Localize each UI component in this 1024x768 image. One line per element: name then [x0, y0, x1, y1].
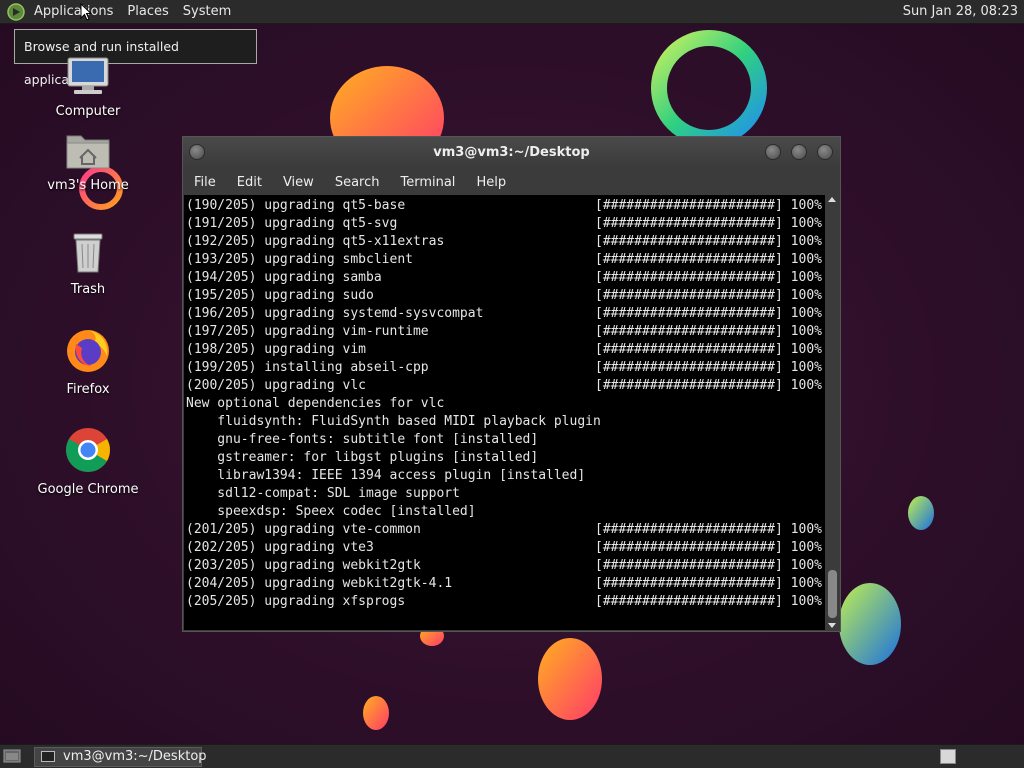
workspace-switcher[interactable] — [940, 749, 956, 764]
menu-file[interactable]: File — [183, 175, 226, 190]
progress-indicator: [######################] 100% — [595, 216, 822, 231]
desktop-icon-firefox[interactable]: Firefox — [28, 326, 148, 397]
system-menu[interactable]: System — [176, 0, 238, 24]
terminal-line: (193/205) upgrading smbclient — [186, 252, 413, 267]
top-panel: Applications Places System Sun Jan 28, 0… — [0, 0, 1024, 24]
progress-indicator: [######################] 100% — [595, 324, 822, 339]
menu-edit[interactable]: Edit — [226, 175, 272, 190]
terminal-line: (198/205) upgrading vim — [186, 342, 367, 357]
terminal-line: (200/205) upgrading vlc — [186, 378, 367, 393]
computer-icon — [67, 57, 109, 94]
terminal-line: (191/205) upgrading qt5-svg — [186, 216, 398, 231]
progress-indicator: [######################] 100% — [595, 378, 822, 393]
progress-indicator: [######################] 100% — [595, 198, 822, 213]
terminal-line: (199/205) installing abseil-cpp — [186, 360, 429, 375]
firefox-icon — [67, 330, 109, 372]
menu-search[interactable]: Search — [324, 175, 390, 190]
scrollbar-thumb[interactable] — [828, 570, 837, 618]
desktop-icon-home[interactable]: vm3's Home — [28, 130, 148, 193]
desktop-icon-chrome[interactable]: Google Chrome — [28, 426, 148, 497]
chrome-icon — [66, 428, 110, 472]
progress-indicator: [######################] 100% — [595, 558, 822, 573]
terminal-icon — [41, 751, 55, 762]
desktop-icon-label: vm3's Home — [47, 178, 129, 193]
terminal-line: gnu-free-fonts: subtitle font [installed… — [186, 432, 539, 447]
applications-menu-icon[interactable] — [7, 2, 25, 21]
desktop-icon-label: Google Chrome — [37, 482, 139, 497]
progress-indicator: [######################] 100% — [595, 576, 822, 591]
close-button[interactable] — [817, 144, 833, 160]
terminal-line: (197/205) upgrading vim-runtime — [186, 324, 429, 339]
terminal-scrollbar[interactable] — [826, 195, 839, 630]
progress-indicator: [######################] 100% — [595, 594, 822, 609]
progress-indicator: [######################] 100% — [595, 522, 822, 537]
terminal-line: (190/205) upgrading qt5-base — [186, 198, 406, 213]
progress-indicator: [######################] 100% — [595, 540, 822, 555]
taskbar-label: vm3@vm3:~/Desktop — [63, 749, 207, 764]
terminal-window[interactable]: vm3@vm3:~/Desktop File Edit View Search … — [182, 136, 841, 632]
home-folder-icon — [66, 135, 110, 169]
terminal-line: (192/205) upgrading qt5-x11extras — [186, 234, 445, 249]
terminal-line: speexdsp: Speex codec [installed] — [186, 504, 476, 519]
terminal-output[interactable]: (190/205) upgrading qt5-base [###########… — [184, 195, 825, 630]
desktop-icon-trash[interactable]: Trash — [28, 230, 148, 297]
desktop-icon-computer[interactable]: Computer — [28, 56, 148, 119]
terminal-line: (194/205) upgrading samba — [186, 270, 382, 285]
terminal-menu-bar: File Edit View Search Terminal Help — [183, 169, 840, 195]
window-title-bar[interactable]: vm3@vm3:~/Desktop — [183, 137, 840, 169]
progress-indicator: [######################] 100% — [595, 342, 822, 357]
progress-indicator: [######################] 100% — [595, 270, 822, 285]
taskbar-terminal-button[interactable]: vm3@vm3:~/Desktop — [34, 747, 207, 767]
show-desktop-icon[interactable] — [3, 748, 21, 764]
applications-menu[interactable]: Applications — [27, 0, 120, 24]
menu-terminal[interactable]: Terminal — [389, 175, 465, 190]
desktop-icon-label: Trash — [70, 282, 106, 297]
progress-indicator: [######################] 100% — [595, 360, 822, 375]
mouse-cursor-icon — [80, 3, 92, 21]
window-title: vm3@vm3:~/Desktop — [433, 145, 590, 160]
trash-icon — [73, 233, 103, 273]
terminal-line: (205/205) upgrading xfsprogs — [186, 594, 406, 609]
progress-indicator: [######################] 100% — [595, 252, 822, 267]
window-menu-button[interactable] — [189, 144, 205, 160]
terminal-line: New optional dependencies for vlc — [186, 396, 445, 411]
scroll-down-icon[interactable] — [828, 623, 836, 628]
minimize-button[interactable] — [765, 144, 781, 160]
terminal-line: sdl12-compat: SDL image support — [186, 486, 460, 501]
progress-indicator: [######################] 100% — [595, 288, 822, 303]
terminal-line: libraw1394: IEEE 1394 access plugin [ins… — [186, 468, 586, 483]
clock[interactable]: Sun Jan 28, 08:23 — [903, 0, 1018, 24]
terminal-line: (203/205) upgrading webkit2gtk — [186, 558, 421, 573]
scroll-up-icon[interactable] — [828, 197, 836, 202]
desktop-icon-label: Computer — [55, 104, 121, 119]
menu-view[interactable]: View — [272, 175, 324, 190]
maximize-button[interactable] — [791, 144, 807, 160]
terminal-line: (204/205) upgrading webkit2gtk-4.1 — [186, 576, 453, 591]
progress-indicator: [######################] 100% — [595, 234, 822, 249]
progress-indicator: [######################] 100% — [595, 306, 822, 321]
bottom-panel: vm3@vm3:~/Desktop — [0, 744, 1024, 768]
places-menu[interactable]: Places — [120, 0, 175, 24]
terminal-line: fluidsynth: FluidSynth based MIDI playba… — [186, 414, 601, 429]
desktop-icon-label: Firefox — [66, 382, 110, 397]
terminal-line: gstreamer: for libgst plugins [installed… — [186, 450, 539, 465]
menu-help[interactable]: Help — [465, 175, 516, 190]
terminal-line: (195/205) upgrading sudo — [186, 288, 374, 303]
terminal-line: (201/205) upgrading vte-common — [186, 522, 421, 537]
terminal-line: (202/205) upgrading vte3 — [186, 540, 374, 555]
terminal-line: (196/205) upgrading systemd-sysvcompat — [186, 306, 484, 321]
